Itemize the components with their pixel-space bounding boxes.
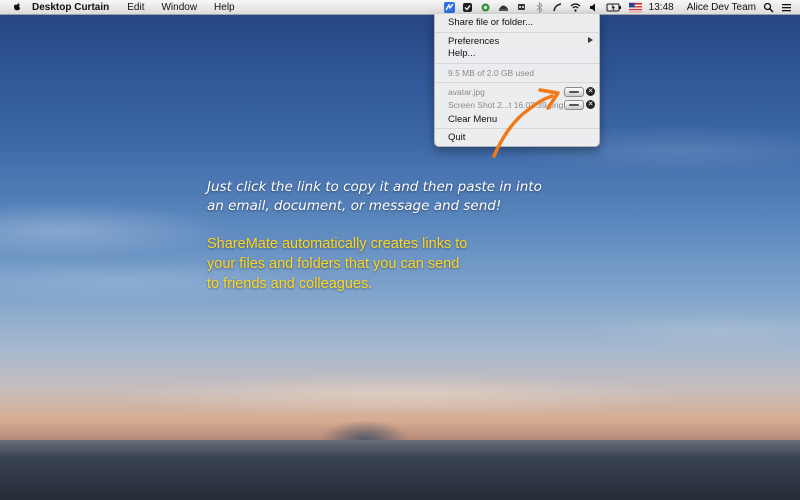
wallpaper-sea <box>0 440 800 500</box>
menu-separator <box>435 32 599 33</box>
time-machine-icon[interactable] <box>552 2 563 13</box>
submenu-arrow-icon <box>588 37 593 43</box>
spotlight-search-icon[interactable] <box>763 2 774 13</box>
recent-file-name[interactable]: avatar.jpg <box>448 87 485 97</box>
remove-file-icon[interactable]: ✕ <box>586 100 595 109</box>
feature-caption: ShareMate automatically creates links to… <box>207 234 527 294</box>
status-area: 13:48 Alice Dev Team <box>443 0 792 14</box>
sharemate-icon[interactable] <box>443 1 455 13</box>
menu-item-help[interactable]: Help... <box>448 48 475 59</box>
volume-icon[interactable] <box>588 2 599 13</box>
menu-help[interactable]: Help <box>214 2 235 13</box>
menu-window[interactable]: Window <box>161 2 197 13</box>
wallpaper-island <box>320 420 410 440</box>
menu-separator <box>435 82 599 83</box>
menubar-user[interactable]: Alice Dev Team <box>687 2 756 13</box>
settings-gear-icon[interactable] <box>480 2 491 13</box>
menu-bar: Desktop Curtain Edit Window Help 13:48 A… <box>0 0 800 15</box>
app-menu[interactable]: Desktop Curtain <box>32 2 109 13</box>
apple-icon[interactable] <box>12 2 22 12</box>
battery-icon[interactable] <box>606 2 622 13</box>
bluetooth-icon[interactable] <box>534 1 545 13</box>
menubar-clock[interactable]: 13:48 <box>649 2 674 13</box>
helmet-icon[interactable] <box>498 2 509 13</box>
list-icon[interactable] <box>781 2 792 13</box>
caption-line: Just click the link to copy it and then … <box>207 179 542 195</box>
menu-item-quit[interactable]: Quit <box>448 132 465 143</box>
caption-line: to friends and colleagues. <box>207 276 373 292</box>
menu-item-preferences[interactable]: Preferences <box>448 36 499 47</box>
wifi-icon[interactable] <box>570 2 581 13</box>
remove-file-icon[interactable]: ✕ <box>586 87 595 96</box>
menu-separator <box>435 63 599 64</box>
menu-edit[interactable]: Edit <box>127 2 144 13</box>
caption-line: ShareMate automatically creates links to <box>207 236 468 252</box>
us-flag-icon[interactable] <box>628 2 642 13</box>
menu-item-share[interactable]: Share file or folder... <box>448 17 533 28</box>
caption-line: your files and folders that you can send <box>207 256 460 272</box>
instruction-caption: Just click the link to copy it and then … <box>207 178 607 216</box>
robot-icon[interactable] <box>516 2 527 13</box>
storage-usage: 9.5 MB of 2.0 GB used <box>448 68 534 78</box>
caption-line: an email, document, or message and send! <box>207 198 502 214</box>
pointer-arrow-icon <box>492 88 560 158</box>
dropbox-check-icon[interactable] <box>462 2 473 13</box>
